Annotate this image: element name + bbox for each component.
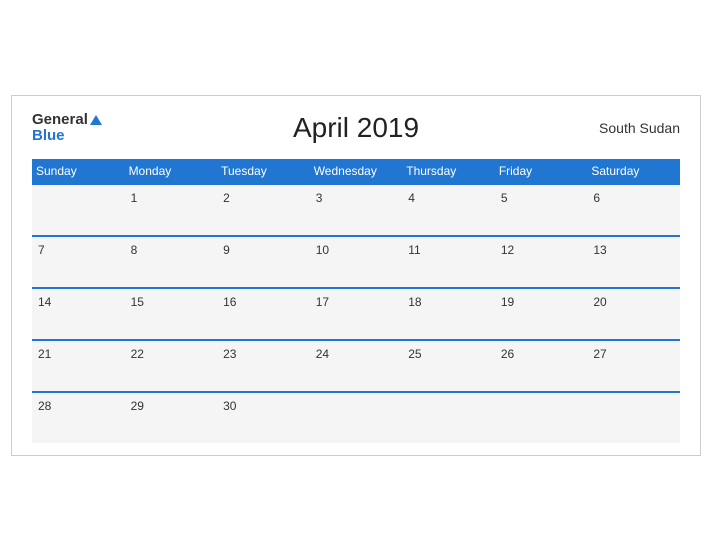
logo-general-text: General bbox=[32, 112, 88, 129]
calendar-cell: 8 bbox=[125, 236, 218, 288]
calendar-cell bbox=[402, 392, 495, 443]
calendar-cell: 20 bbox=[587, 288, 680, 340]
calendar-cell: 27 bbox=[587, 340, 680, 392]
day-number: 25 bbox=[408, 347, 421, 361]
calendar-cell: 25 bbox=[402, 340, 495, 392]
calendar-cell: 28 bbox=[32, 392, 125, 443]
calendar-cell: 4 bbox=[402, 184, 495, 236]
day-number: 19 bbox=[501, 295, 514, 309]
logo-triangle-icon bbox=[90, 115, 102, 125]
day-header-friday: Friday bbox=[495, 159, 588, 184]
day-number: 29 bbox=[131, 399, 144, 413]
logo-blue-text: Blue bbox=[32, 128, 65, 145]
week-row-3: 14 15 16 17 18 19 20 bbox=[32, 288, 680, 340]
day-number: 26 bbox=[501, 347, 514, 361]
day-number: 4 bbox=[408, 191, 415, 205]
day-number: 14 bbox=[38, 295, 51, 309]
day-header-saturday: Saturday bbox=[587, 159, 680, 184]
calendar-cell: 11 bbox=[402, 236, 495, 288]
day-number: 20 bbox=[593, 295, 606, 309]
calendar-cell bbox=[32, 184, 125, 236]
day-number: 12 bbox=[501, 243, 514, 257]
calendar-container: General Blue April 2019 South Sudan Sund… bbox=[11, 95, 701, 456]
calendar-cell bbox=[495, 392, 588, 443]
calendar-cell: 1 bbox=[125, 184, 218, 236]
calendar-cell: 13 bbox=[587, 236, 680, 288]
day-number: 16 bbox=[223, 295, 236, 309]
week-row-4: 21 22 23 24 25 26 27 bbox=[32, 340, 680, 392]
day-number: 3 bbox=[316, 191, 323, 205]
calendar-cell: 23 bbox=[217, 340, 310, 392]
calendar-cell: 9 bbox=[217, 236, 310, 288]
day-number: 22 bbox=[131, 347, 144, 361]
day-number: 15 bbox=[131, 295, 144, 309]
day-number: 11 bbox=[408, 243, 420, 257]
calendar-cell bbox=[310, 392, 403, 443]
day-number: 17 bbox=[316, 295, 329, 309]
week-row-1: 1 2 3 4 5 6 bbox=[32, 184, 680, 236]
calendar-header: General Blue April 2019 South Sudan bbox=[32, 112, 680, 145]
calendar-cell: 3 bbox=[310, 184, 403, 236]
week-row-5: 28 29 30 bbox=[32, 392, 680, 443]
day-header-tuesday: Tuesday bbox=[217, 159, 310, 184]
day-number: 5 bbox=[501, 191, 508, 205]
calendar-cell: 5 bbox=[495, 184, 588, 236]
calendar-cell: 24 bbox=[310, 340, 403, 392]
day-header-thursday: Thursday bbox=[402, 159, 495, 184]
day-number: 27 bbox=[593, 347, 606, 361]
days-header-row: SundayMondayTuesdayWednesdayThursdayFrid… bbox=[32, 159, 680, 184]
calendar-cell: 6 bbox=[587, 184, 680, 236]
calendar-cell: 22 bbox=[125, 340, 218, 392]
calendar-cell: 30 bbox=[217, 392, 310, 443]
calendar-cell: 7 bbox=[32, 236, 125, 288]
calendar-cell: 15 bbox=[125, 288, 218, 340]
day-header-monday: Monday bbox=[125, 159, 218, 184]
calendar-country: South Sudan bbox=[599, 120, 680, 136]
day-number: 2 bbox=[223, 191, 230, 205]
day-number: 10 bbox=[316, 243, 329, 257]
logo: General Blue bbox=[32, 112, 102, 145]
calendar-cell: 12 bbox=[495, 236, 588, 288]
day-number: 6 bbox=[593, 191, 600, 205]
day-number: 8 bbox=[131, 243, 138, 257]
day-number: 1 bbox=[131, 191, 138, 205]
calendar-cell: 18 bbox=[402, 288, 495, 340]
calendar-cell: 16 bbox=[217, 288, 310, 340]
day-number: 23 bbox=[223, 347, 236, 361]
calendar-cell: 10 bbox=[310, 236, 403, 288]
day-header-sunday: Sunday bbox=[32, 159, 125, 184]
day-number: 13 bbox=[593, 243, 606, 257]
day-number: 21 bbox=[38, 347, 51, 361]
calendar-cell: 19 bbox=[495, 288, 588, 340]
calendar-title: April 2019 bbox=[293, 112, 419, 144]
day-number: 30 bbox=[223, 399, 236, 413]
calendar-cell bbox=[587, 392, 680, 443]
day-number: 24 bbox=[316, 347, 329, 361]
calendar-cell: 17 bbox=[310, 288, 403, 340]
day-number: 28 bbox=[38, 399, 51, 413]
calendar-cell: 29 bbox=[125, 392, 218, 443]
week-row-2: 7 8 9 10 11 12 13 bbox=[32, 236, 680, 288]
day-number: 9 bbox=[223, 243, 230, 257]
day-number: 7 bbox=[38, 243, 45, 257]
calendar-cell: 21 bbox=[32, 340, 125, 392]
calendar-grid: SundayMondayTuesdayWednesdayThursdayFrid… bbox=[32, 159, 680, 443]
calendar-cell: 14 bbox=[32, 288, 125, 340]
day-number: 18 bbox=[408, 295, 421, 309]
calendar-cell: 2 bbox=[217, 184, 310, 236]
day-header-wednesday: Wednesday bbox=[310, 159, 403, 184]
calendar-cell: 26 bbox=[495, 340, 588, 392]
